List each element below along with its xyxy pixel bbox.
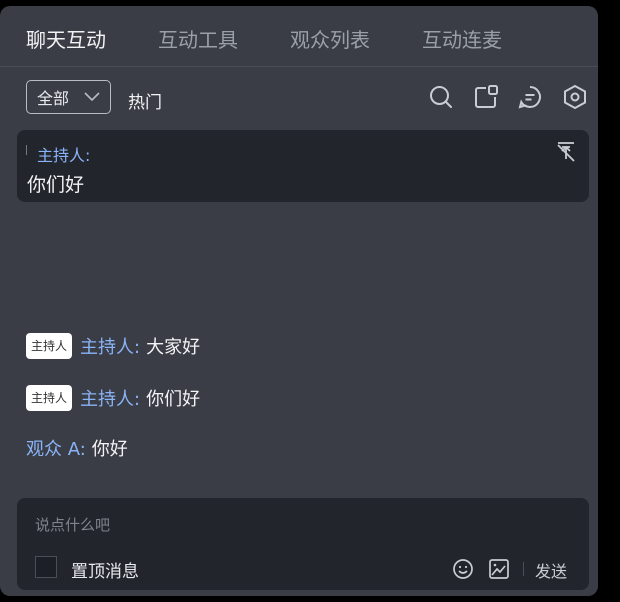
message-text: 你好 <box>91 439 128 460</box>
search-icon[interactable] <box>428 84 454 110</box>
host-badge: 主持人 <box>26 333 73 359</box>
composer-placeholder[interactable]: 说点什么吧 <box>35 514 110 535</box>
message-composer[interactable]: 说点什么吧 置顶消息 发送 <box>17 498 589 590</box>
pinned-sender: 主持人: <box>37 146 91 165</box>
image-icon[interactable] <box>488 558 510 580</box>
filter-value: 全部 <box>37 89 70 108</box>
message-sender: 主持人: <box>80 389 141 410</box>
message-text: 你们好 <box>146 389 201 410</box>
tab-chat[interactable]: 聊天互动 <box>26 24 106 53</box>
tab-bar: 聊天互动 互动工具 观众列表 互动连麦 <box>0 6 598 67</box>
pinned-divider <box>26 145 27 155</box>
tab-audience-list[interactable]: 观众列表 <box>290 24 370 53</box>
chat-message: 主持人 主持人: 大家好 <box>26 332 200 360</box>
pinned-text: 你们好 <box>27 174 85 196</box>
message-sender: 观众 A: <box>26 439 86 460</box>
chat-panel: 聊天互动 互动工具 观众列表 互动连麦 全部 热门 主持人: 你们好 主持人 主… <box>0 6 598 596</box>
composer-divider <box>523 562 524 576</box>
chat-toolbar: 全部 热门 <box>0 66 598 130</box>
share-screen-icon[interactable] <box>473 84 499 110</box>
hot-filter[interactable]: 热门 <box>128 88 162 113</box>
chevron-down-icon <box>84 92 100 102</box>
filter-select[interactable]: 全部 <box>26 80 111 114</box>
tab-interaction-tools[interactable]: 互动工具 <box>158 24 238 53</box>
emoji-icon[interactable] <box>452 558 474 580</box>
pinned-message: 主持人: 你们好 <box>17 130 589 202</box>
settings-hex-icon[interactable] <box>562 84 588 110</box>
host-badge: 主持人 <box>26 385 73 411</box>
message-sender: 主持人: <box>80 337 141 358</box>
chat-message: 主持人 主持人: 你们好 <box>26 384 200 412</box>
message-text: 大家好 <box>146 337 201 358</box>
pin-message-checkbox[interactable] <box>35 556 57 578</box>
send-button[interactable]: 发送 <box>535 558 567 582</box>
unpin-icon[interactable] <box>555 140 577 162</box>
chat-message: 观众 A: 你好 <box>26 434 128 462</box>
tab-co-hosting[interactable]: 互动连麦 <box>422 24 502 53</box>
pin-message-label[interactable]: 置顶消息 <box>71 557 139 582</box>
chat-bubble-icon[interactable] <box>517 84 543 110</box>
